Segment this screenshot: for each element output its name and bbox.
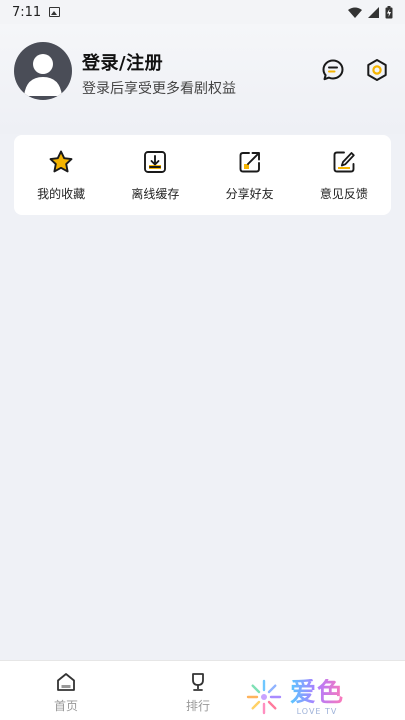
home-icon [57, 673, 75, 691]
offline-cache-button[interactable]: 离线缓存 [115, 149, 195, 202]
favorites-label: 我的收藏 [37, 186, 86, 201]
chat-bubble-icon [322, 59, 344, 81]
messages-button[interactable] [320, 57, 346, 83]
signal-icon [368, 6, 379, 18]
avatar[interactable] [14, 42, 72, 100]
watermark-subtitle: LOVE TV [296, 706, 338, 716]
share-friends-label: 分享好友 [225, 186, 274, 201]
nav-home-label: 首页 [54, 699, 79, 713]
download-icon [144, 150, 167, 173]
nav-ranking-label: 排行 [186, 699, 211, 713]
offline-cache-label: 离线缓存 [131, 186, 180, 201]
login-register-link[interactable]: 登录/注册 [82, 49, 163, 75]
settings-hexagon-icon [367, 59, 387, 81]
share-icon [239, 151, 260, 172]
favorites-button[interactable]: 我的收藏 [21, 149, 101, 202]
gallery-notification-icon [49, 7, 61, 17]
settings-button[interactable] [364, 57, 390, 83]
star-icon [49, 150, 73, 172]
trophy-icon [192, 673, 204, 691]
login-benefits-text: 登录后享受更多看剧权益 [82, 81, 236, 97]
quick-actions-card: 我的收藏 离线缓存 分享好友 意见反馈 [14, 135, 391, 215]
status-bar: 7:11 [0, 0, 405, 24]
feedback-label: 意见反馈 [319, 186, 368, 201]
nav-home[interactable]: 首页 [54, 671, 78, 714]
status-time: 7:11 [12, 4, 42, 20]
watermark: 爱色 LOVE TV [244, 674, 374, 720]
wifi-icon [348, 7, 362, 18]
watermark-title: 爱色 [290, 677, 345, 708]
default-user-icon [24, 54, 62, 96]
share-friends-button[interactable]: 分享好友 [210, 149, 290, 202]
feedback-button[interactable]: 意见反馈 [304, 149, 384, 202]
snowflake-logo-icon [246, 679, 282, 715]
battery-charging-icon [385, 5, 393, 18]
nav-ranking[interactable]: 排行 [186, 671, 210, 714]
feedback-icon [333, 151, 355, 172]
